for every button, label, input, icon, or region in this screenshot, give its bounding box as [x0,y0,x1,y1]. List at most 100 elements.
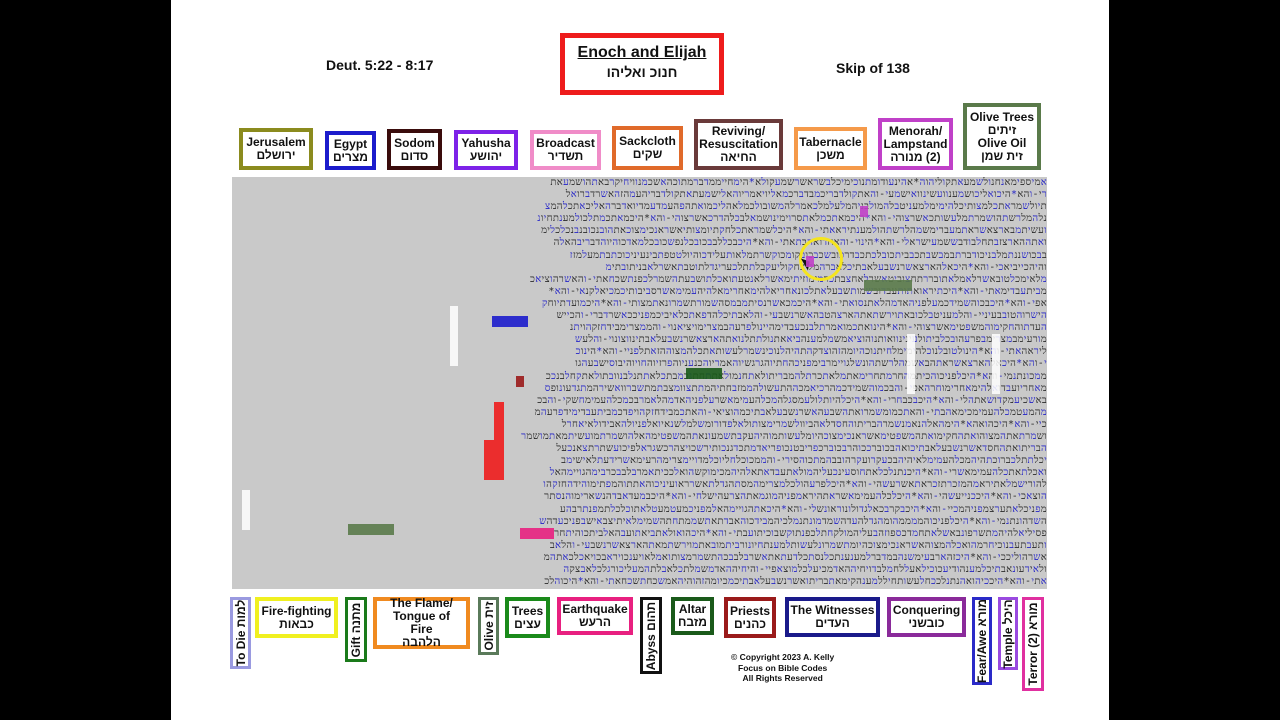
key-fire-fighting: Fire-fighting כבאות [255,597,338,638]
key-label-he: זית [481,601,496,618]
key-label-he: מזבח [678,615,707,629]
key-temple: Temple היכל [998,597,1018,670]
grid-row: ולאידעונאבתיכלמענהודיעכוכילאעללחמלבדויחי… [563,564,1047,575]
key-label-he: תהום [644,601,658,631]
copyright-rights: All Rights Reserved [742,673,823,683]
key-label-he: משכן [816,147,845,162]
key-label: Gift מתנה [349,602,363,657]
key-label-he: הרעש [578,615,612,629]
key-label-en: Abyss [644,633,658,670]
key-label-en: Sodom [394,135,435,150]
key-yahusha: Yahusha יהושע [454,130,518,170]
key-label-he: (2) מורא [1026,602,1040,648]
key-label-he: עצים [514,616,541,631]
grid-row: הבריתואתהחסדאשרנשבעלאבתיכואהבכוברככוהרבכ… [556,443,1047,455]
key-to-die: To Die למות [230,597,251,669]
grid-row: להורישמלאתיראמהמזכרתזכראתאשרעשהי-והא*היכ… [543,479,1047,491]
key-label-he: תשדיר [547,149,584,163]
grid-row: ממכונתנמי-והא*היכלפניכוהכיתמהחרמתחרימאתמ… [545,370,1047,382]
highlighted-letters [492,316,528,327]
key-label: Olive זית [482,601,496,650]
grid-row: מלאימכלטובאשרלאמלאתובררתחצוביטאשרלאחצבתכ… [530,273,1047,285]
key-label-he: כהנים [734,616,766,631]
grid-row: נלהמלרשתהושמרתמלעשותכאשרצוהי-והא*היכמאתכ… [537,213,1047,225]
key-label-he: (2) מנורה [890,149,941,164]
key-olive: Olive זית [478,597,499,655]
highlighted-letters [494,402,504,480]
key-label-he: למות [233,599,248,628]
key-label-he: העדים [815,616,850,630]
grid-row: ועשיתמבארצאשראתמעברימשמהלרשתהולמענתיראאת… [541,225,1047,237]
key-terror: Terror (2) מורא [1022,597,1044,691]
grid-row: רי-והא*היכואליכושמענוועשינוואישמעי-והאתק… [565,189,1047,201]
title-hebrew: חנוכ ואליהו [606,64,678,80]
grid-row: אמיספימאנחנולשמעאתקוליהוה*אהינעודומתנוכי… [550,177,1047,188]
highlighted-letters [806,256,814,267]
key-fear-awe: Fear/Awe מורא [972,597,992,685]
key-conquering: Conquering כובשני [887,597,966,637]
key-olive-trees: Olive Trees זיתים Olive Oil זית שמן [963,103,1041,170]
grid-row: כיי-והא*היכהואהא*הימהאלהנאמנשמרהבריתוהחס… [561,418,1047,430]
highlighted-letters [242,490,250,530]
key-label: Fear/Awe מורא [975,599,989,683]
highlighted-letters [348,524,394,535]
key-broadcast: Broadcast תשדיר [530,130,601,170]
key-label: Abyss תהום [644,601,658,669]
highlighted-letters [520,528,554,539]
grid-row: אפי-והא*היכבכוהשמידכמעלפניהאדמהלאתנסואתי… [542,297,1047,309]
copyright-line: © Copyright 2023 A. Kelly [731,652,835,662]
key-altar: Altar מזבח [671,597,714,635]
key-the-flame: The Flame/ Tongue of Fire הלהבה [373,597,470,649]
key-label: To Die למות [234,600,248,667]
grid-row: והיהכייביאכי-והא*היכאלהארצאשרנשבעלאבתיכל… [605,261,1047,273]
grid-row: הישרוהטובבעיניי-והלמעניטבלכובאתוירשתאתהא… [556,310,1047,322]
grid-row: מביתעבדימאתי-והא*היכתיראואתותעבדובשמותשב… [548,285,1047,297]
key-label-en: Fear/Awe [975,629,989,683]
highlighted-letters [992,334,1000,394]
key-label-he: זיתים [987,122,1017,137]
key-gift: Gift מתנה [345,597,367,662]
title-english: Enoch and Elijah [577,44,707,61]
key-menorah: Menorah/ Lampstand (2) מנורה [878,118,953,170]
grid-row: אשרהוליככי-והא*היכזהארבעימשנהבמדברלמענענ… [543,551,1047,563]
highlighted-letters [450,306,458,366]
grid-row: ליראהאתי-והא*הינולטובלנוכלהימימלחיתנוכהי… [575,346,1047,358]
key-priests: Priests כהנים [724,597,776,638]
copyright-org: Focus on Bible Codes [738,662,828,673]
key-label-en: Gift [349,636,363,657]
title-box: Enoch and Elijah חנוכ ואליהו [560,33,724,95]
key-label-en: Reviving/ Resuscitation [699,124,778,151]
key-label-he: יהושע [469,149,503,163]
grid-row: ואכלתאתכלהעמימאשרי-והא*היכנתנלכלאתחוסעינ… [549,467,1047,479]
key-label-he-2: זית שמן [981,148,1023,163]
key-label: Temple היכל [1001,599,1015,668]
grid-row: ותעבתעבנוכיחרמהואכלהמצוהאשראנכימצוכהיומת… [549,539,1047,551]
key-label-en: Priests [729,603,771,618]
key-label-he: החיאה [720,150,757,164]
skip-label: Skip of 138 [836,60,910,76]
grid-row: אתי-והא*היככיהואהנתנלככחלעשותחיללמענהקימ… [544,576,1047,588]
key-label-he: כבאות [279,616,314,631]
grid-row: מהמעטמכלהעמימכימאהבתי-והאתכמומשמרואתהשבע… [534,406,1047,418]
key-label-en: Menorah/ Lampstand [883,123,948,151]
grid-row: ושמרתאתהמצוהואתהחקימואתהמשפטימאשראנכימצו… [521,430,1047,442]
grid-row: מפניכלאתערצמפניהמכיי-והא*היכבקרבכאלגדולו… [559,503,1047,515]
key-label-en-2: Olive Oil [977,135,1027,150]
key-label-en: Olive [481,621,496,651]
copyright: © Copyright 2023 A. Kelly Focus on Bible… [731,652,834,684]
key-label-he: כובשני [908,616,945,630]
key-egypt: Egypt מצרים [325,131,376,170]
scripture-reference: Deut. 5:22 - 8:17 [326,57,434,73]
grid-row: באשכיעמקדושאתהלי-והא*היכבכבחרי-והא*היכלה… [537,394,1047,406]
key-the-witnesses: The Witnesses העדים [785,597,880,637]
key-abyss: Abyss תהום [640,597,662,674]
key-label-he: מצרים [333,149,368,164]
key-label-he: מורא [975,599,989,627]
key-sodom: Sodom סדום [387,129,442,170]
highlighted-letters [484,440,494,480]
highlighted-letters [516,376,524,387]
slide: Deut. 5:22 - 8:17 Skip of 138 Enoch and … [171,0,1109,720]
key-label-en: The Flame/ Tongue of Fire [390,596,453,636]
key-jerusalem: Jerusalem ירושלם [239,128,313,170]
key-label-en: Fire-fighting [261,603,332,618]
